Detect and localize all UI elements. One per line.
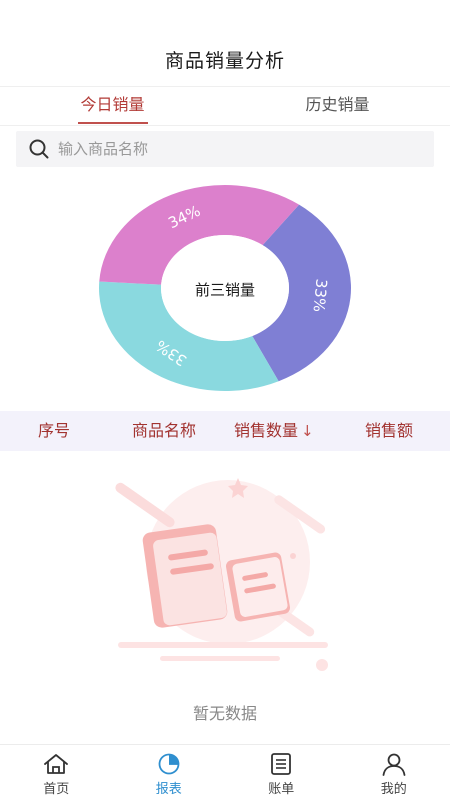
column-header-sales-amount[interactable]: 销售额 — [365, 411, 413, 451]
column-header-sales-quantity[interactable]: 销售数量 ↓ — [234, 411, 314, 451]
profile-icon — [382, 753, 406, 776]
tab-history-sales[interactable]: 历史销量 — [225, 88, 450, 124]
nav-profile-label: 我的 — [380, 782, 407, 797]
report-icon — [158, 753, 180, 775]
column-header-product-name[interactable]: 商品名称 — [132, 411, 196, 451]
empty-state-text: 暂无数据 — [192, 704, 257, 723]
nav-report-label: 报表 — [155, 782, 182, 797]
bottom-nav: 首页 报表 账单 我的 — [0, 744, 450, 800]
nav-home-label: 首页 — [43, 782, 70, 797]
column-header-sales-quantity-label: 销售数量 — [234, 421, 299, 440]
nav-report[interactable]: 报表 — [113, 745, 226, 800]
nav-bill[interactable]: 账单 — [225, 745, 338, 800]
search-bar[interactable] — [16, 131, 434, 167]
nav-profile[interactable]: 我的 — [338, 745, 450, 800]
header-divider — [0, 86, 450, 87]
search-input[interactable] — [58, 140, 398, 158]
empty-state-illustration — [100, 470, 350, 680]
status-bar — [0, 0, 450, 36]
tab-divider — [0, 125, 450, 126]
tab-today-sales[interactable]: 今日销量 — [0, 88, 225, 124]
nav-bill-label: 账单 — [268, 782, 295, 797]
home-icon — [44, 754, 69, 774]
tab-bar: 今日销量 历史销量 — [0, 88, 450, 124]
table-header: 序号 商品名称 销售数量 ↓ 销售额 — [0, 411, 450, 451]
sales-donut-chart: 33% 33% 34% 前三销量 — [95, 183, 355, 393]
column-header-index[interactable]: 序号 — [38, 411, 70, 451]
sort-desc-icon[interactable]: ↓ — [301, 422, 314, 440]
page-title: 商品销量分析 — [164, 50, 285, 72]
search-icon — [29, 139, 49, 159]
nav-home[interactable]: 首页 — [0, 745, 113, 800]
donut-center-label: 前三销量 — [195, 281, 255, 299]
donut-label-1: 33% — [310, 278, 331, 313]
bill-icon — [271, 753, 292, 775]
